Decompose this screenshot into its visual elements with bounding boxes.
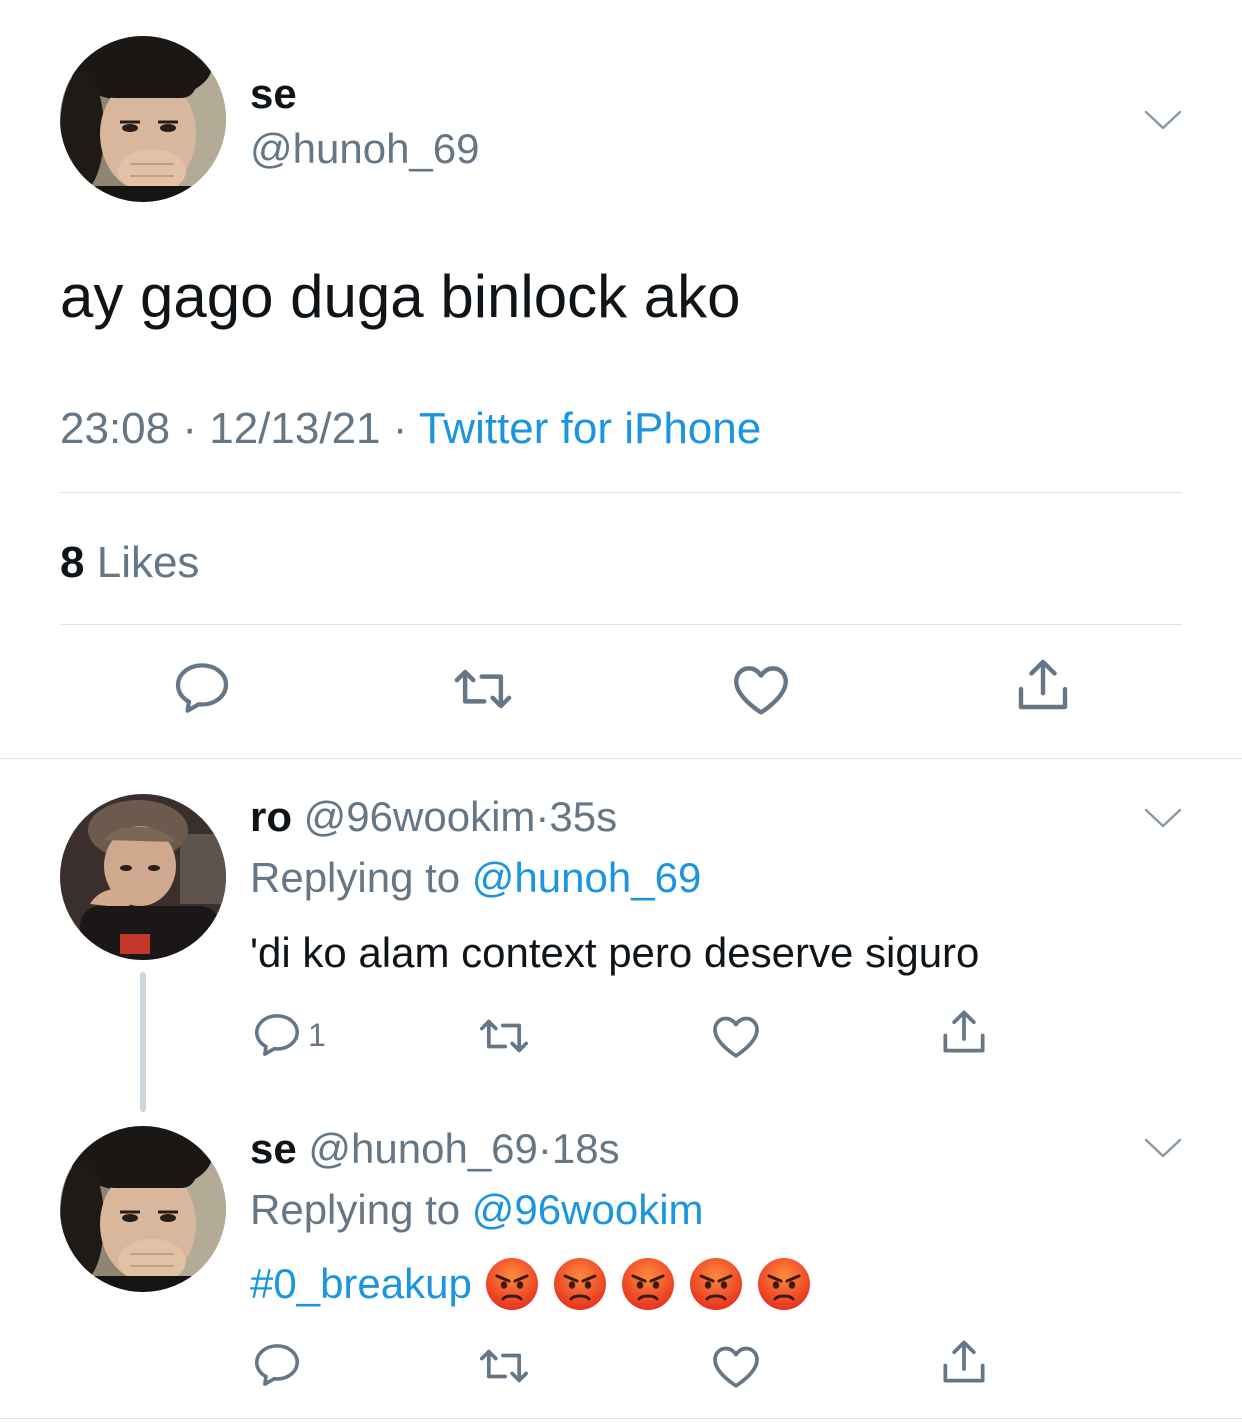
tweet-source-link[interactable]: Twitter for iPhone xyxy=(419,404,761,453)
replying-to: Replying to @96wookim xyxy=(250,1184,704,1236)
avatar-image xyxy=(60,36,226,202)
reply-header: se @hunoh_69·18s xyxy=(250,1124,620,1174)
avatar[interactable] xyxy=(60,1126,226,1292)
retweet-button[interactable] xyxy=(450,656,516,722)
share-icon xyxy=(936,1004,992,1060)
avatar-image xyxy=(60,1126,226,1292)
meta-separator: · xyxy=(392,404,408,453)
author-handle[interactable]: @96wookim xyxy=(304,793,536,840)
angry-face-emoji xyxy=(756,1256,812,1312)
retweet-icon xyxy=(476,1338,532,1394)
divider xyxy=(60,492,1182,493)
reply-icon xyxy=(250,1338,304,1392)
reply-header: ro @96wookim·35s xyxy=(250,792,617,842)
tweet-age: 18s xyxy=(551,1125,620,1172)
tweet-text: 'di ko alam context pero deserve siguro xyxy=(250,929,980,976)
like-button[interactable] xyxy=(708,1338,764,1394)
replying-to: Replying to @hunoh_69 xyxy=(250,852,701,904)
tweet-date: 12/13/21 xyxy=(209,404,381,453)
tweet-time: 23:08 xyxy=(60,404,171,453)
reply-button[interactable]: 1 xyxy=(250,1008,326,1062)
avatar-image xyxy=(60,794,226,960)
likes-stat[interactable]: 8 Likes xyxy=(60,536,199,590)
tweet-text: ay gago duga binlock ako xyxy=(60,263,741,330)
tweet-meta: 23:08 · 12/13/21 · Twitter for iPhone xyxy=(60,402,761,456)
share-button[interactable] xyxy=(1010,652,1076,718)
retweet-button[interactable] xyxy=(476,1008,532,1064)
tweet-age: 35s xyxy=(549,793,618,840)
meta-separator: · xyxy=(182,404,197,453)
angry-face-emoji xyxy=(620,1256,676,1312)
likes-label: Likes xyxy=(96,538,200,587)
meta-separator: · xyxy=(535,793,550,840)
avatar[interactable] xyxy=(60,794,226,960)
reply-button[interactable] xyxy=(170,656,234,720)
section-divider xyxy=(0,758,1242,759)
angry-face-emoji xyxy=(484,1256,540,1312)
angry-face-emoji xyxy=(552,1256,608,1312)
like-button[interactable] xyxy=(728,656,794,722)
reply-count: 1 xyxy=(308,1016,326,1053)
chevron-down-icon xyxy=(1143,1136,1183,1160)
share-icon xyxy=(936,1334,992,1390)
chevron-down-icon xyxy=(1143,806,1183,830)
retweet-icon xyxy=(450,656,516,722)
angry-face-emoji xyxy=(688,1256,744,1312)
reply-icon xyxy=(170,656,234,720)
heart-icon xyxy=(708,1338,764,1394)
reply-button[interactable] xyxy=(250,1338,304,1392)
more-options-button[interactable] xyxy=(1143,1136,1183,1160)
replying-to-label: Replying to xyxy=(250,1186,461,1233)
meta-separator: · xyxy=(537,1125,552,1172)
hashtag-link[interactable]: #0_breakup xyxy=(250,1254,472,1314)
tweet-text: #0_breakup xyxy=(250,1254,812,1314)
heart-icon xyxy=(728,656,794,722)
more-options-button[interactable] xyxy=(1143,806,1183,830)
author-handle[interactable]: @hunoh_69 xyxy=(250,124,480,174)
retweet-icon xyxy=(476,1008,532,1064)
likes-count: 8 xyxy=(60,538,85,587)
more-options-button[interactable] xyxy=(1143,108,1183,132)
thread-line xyxy=(140,972,146,1112)
reply-icon xyxy=(250,1008,304,1062)
retweet-button[interactable] xyxy=(476,1338,532,1394)
author-display-name[interactable]: se xyxy=(250,70,297,118)
share-button[interactable] xyxy=(936,1004,992,1060)
replying-to-handle[interactable]: @hunoh_69 xyxy=(472,854,702,901)
heart-icon xyxy=(708,1008,764,1064)
divider xyxy=(60,624,1182,625)
share-button[interactable] xyxy=(936,1334,992,1390)
like-button[interactable] xyxy=(708,1008,764,1064)
replying-to-handle[interactable]: @96wookim xyxy=(472,1186,704,1233)
chevron-down-icon xyxy=(1143,108,1183,132)
author-display-name[interactable]: se xyxy=(250,1125,297,1172)
author-display-name[interactable]: ro xyxy=(250,793,292,840)
avatar[interactable] xyxy=(60,36,226,202)
section-divider xyxy=(0,1418,1242,1419)
replying-to-label: Replying to xyxy=(250,854,461,901)
share-icon xyxy=(1010,652,1076,718)
author-handle[interactable]: @hunoh_69 xyxy=(308,1125,538,1172)
